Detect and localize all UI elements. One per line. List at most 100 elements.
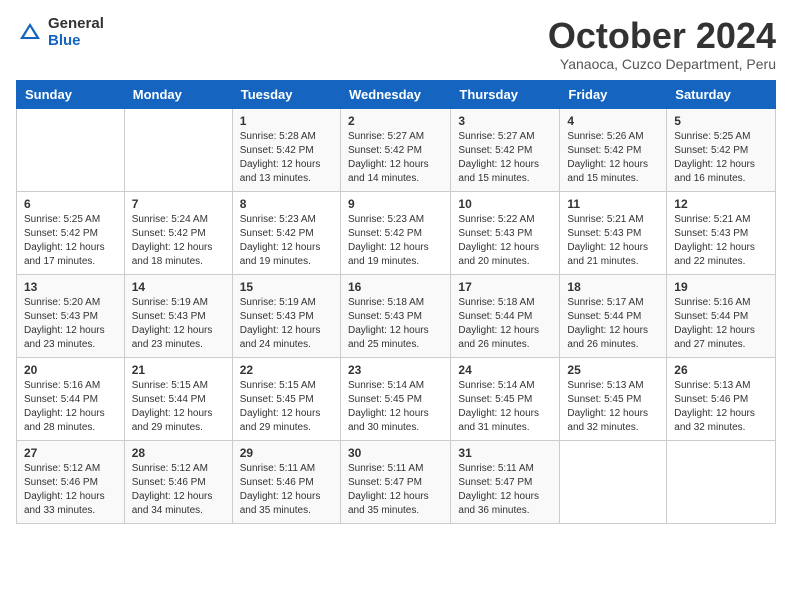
day-detail: Sunrise: 5:21 AM Sunset: 5:43 PM Dayligh… [674,214,755,267]
day-number: 2 [348,114,443,128]
calendar-day-cell: 19 Sunrise: 5:16 AM Sunset: 5:44 PM Dayli… [667,274,776,357]
calendar-day-cell: 20 Sunrise: 5:16 AM Sunset: 5:44 PM Dayli… [17,357,125,440]
calendar-day-cell: 1 Sunrise: 5:28 AM Sunset: 5:42 PM Daylig… [232,108,340,191]
day-number: 28 [132,446,225,460]
day-number: 29 [240,446,333,460]
day-number: 20 [24,363,117,377]
calendar-day-cell: 21 Sunrise: 5:15 AM Sunset: 5:44 PM Dayli… [124,357,232,440]
calendar-day-cell: 13 Sunrise: 5:20 AM Sunset: 5:43 PM Dayli… [17,274,125,357]
weekday-header-row: SundayMondayTuesdayWednesdayThursdayFrid… [17,80,776,108]
day-number: 16 [348,280,443,294]
day-number: 24 [458,363,552,377]
day-number: 25 [567,363,659,377]
day-detail: Sunrise: 5:12 AM Sunset: 5:46 PM Dayligh… [132,463,213,516]
day-detail: Sunrise: 5:16 AM Sunset: 5:44 PM Dayligh… [24,380,105,433]
day-detail: Sunrise: 5:21 AM Sunset: 5:43 PM Dayligh… [567,214,648,267]
calendar-day-cell: 4 Sunrise: 5:26 AM Sunset: 5:42 PM Daylig… [560,108,667,191]
day-detail: Sunrise: 5:16 AM Sunset: 5:44 PM Dayligh… [674,297,755,350]
day-number: 23 [348,363,443,377]
calendar-week-row: 27 Sunrise: 5:12 AM Sunset: 5:46 PM Dayli… [17,440,776,523]
day-detail: Sunrise: 5:17 AM Sunset: 5:44 PM Dayligh… [567,297,648,350]
day-number: 4 [567,114,659,128]
calendar-day-cell: 16 Sunrise: 5:18 AM Sunset: 5:43 PM Dayli… [340,274,450,357]
month-title: October 2024 [548,16,776,56]
day-number: 13 [24,280,117,294]
day-number: 14 [132,280,225,294]
day-detail: Sunrise: 5:26 AM Sunset: 5:42 PM Dayligh… [567,131,648,184]
day-detail: Sunrise: 5:11 AM Sunset: 5:47 PM Dayligh… [458,463,539,516]
calendar-day-cell: 28 Sunrise: 5:12 AM Sunset: 5:46 PM Dayli… [124,440,232,523]
day-number: 3 [458,114,552,128]
calendar-day-cell: 11 Sunrise: 5:21 AM Sunset: 5:43 PM Dayli… [560,191,667,274]
day-detail: Sunrise: 5:19 AM Sunset: 5:43 PM Dayligh… [132,297,213,350]
calendar-day-cell: 12 Sunrise: 5:21 AM Sunset: 5:43 PM Dayli… [667,191,776,274]
day-number: 8 [240,197,333,211]
day-detail: Sunrise: 5:14 AM Sunset: 5:45 PM Dayligh… [458,380,539,433]
calendar-day-cell: 6 Sunrise: 5:25 AM Sunset: 5:42 PM Daylig… [17,191,125,274]
day-number: 10 [458,197,552,211]
day-number: 6 [24,197,117,211]
calendar-week-row: 6 Sunrise: 5:25 AM Sunset: 5:42 PM Daylig… [17,191,776,274]
day-detail: Sunrise: 5:12 AM Sunset: 5:46 PM Dayligh… [24,463,105,516]
day-number: 26 [674,363,768,377]
day-detail: Sunrise: 5:24 AM Sunset: 5:42 PM Dayligh… [132,214,213,267]
weekday-header-cell: Wednesday [340,80,450,108]
day-number: 5 [674,114,768,128]
calendar-week-row: 20 Sunrise: 5:16 AM Sunset: 5:44 PM Dayli… [17,357,776,440]
day-detail: Sunrise: 5:19 AM Sunset: 5:43 PM Dayligh… [240,297,321,350]
weekday-header-cell: Saturday [667,80,776,108]
day-detail: Sunrise: 5:11 AM Sunset: 5:47 PM Dayligh… [348,463,429,516]
calendar-day-cell: 10Sunrise: 5:22 AM Sunset: 5:43 PM Dayli… [451,191,560,274]
day-number: 31 [458,446,552,460]
calendar-day-cell [560,440,667,523]
calendar-day-cell: 2 Sunrise: 5:27 AM Sunset: 5:42 PM Daylig… [340,108,450,191]
day-number: 11 [567,197,659,211]
logo-icon [16,19,44,47]
calendar-day-cell: 29 Sunrise: 5:11 AM Sunset: 5:46 PM Dayli… [232,440,340,523]
logo-general-text: General [48,16,104,33]
day-number: 21 [132,363,225,377]
day-number: 12 [674,197,768,211]
weekday-header-cell: Monday [124,80,232,108]
calendar-table: SundayMondayTuesdayWednesdayThursdayFrid… [16,80,776,524]
location-title: Yanaoca, Cuzco Department, Peru [548,56,776,72]
day-detail: Sunrise: 5:11 AM Sunset: 5:46 PM Dayligh… [240,463,321,516]
calendar-day-cell: 23 Sunrise: 5:14 AM Sunset: 5:45 PM Dayli… [340,357,450,440]
day-detail: Sunrise: 5:27 AM Sunset: 5:42 PM Dayligh… [458,131,539,184]
day-number: 9 [348,197,443,211]
day-detail: Sunrise: 5:28 AM Sunset: 5:42 PM Dayligh… [240,131,321,184]
calendar-day-cell: 3 Sunrise: 5:27 AM Sunset: 5:42 PM Daylig… [451,108,560,191]
day-number: 1 [240,114,333,128]
calendar-day-cell [17,108,125,191]
calendar-day-cell: 25Sunrise: 5:13 AM Sunset: 5:45 PM Dayli… [560,357,667,440]
day-detail: Sunrise: 5:25 AM Sunset: 5:42 PM Dayligh… [24,214,105,267]
logo: General Blue [16,16,104,49]
day-number: 7 [132,197,225,211]
day-detail: Sunrise: 5:25 AM Sunset: 5:42 PM Dayligh… [674,131,755,184]
day-number: 27 [24,446,117,460]
day-number: 19 [674,280,768,294]
day-detail: Sunrise: 5:18 AM Sunset: 5:43 PM Dayligh… [348,297,429,350]
day-detail: Sunrise: 5:15 AM Sunset: 5:44 PM Dayligh… [132,380,213,433]
day-number: 30 [348,446,443,460]
day-detail: Sunrise: 5:14 AM Sunset: 5:45 PM Dayligh… [348,380,429,433]
weekday-header-cell: Sunday [17,80,125,108]
day-detail: Sunrise: 5:15 AM Sunset: 5:45 PM Dayligh… [240,380,321,433]
calendar-day-cell: 22Sunrise: 5:15 AM Sunset: 5:45 PM Dayli… [232,357,340,440]
day-number: 17 [458,280,552,294]
calendar-week-row: 1 Sunrise: 5:28 AM Sunset: 5:42 PM Daylig… [17,108,776,191]
day-detail: Sunrise: 5:20 AM Sunset: 5:43 PM Dayligh… [24,297,105,350]
calendar-day-cell [124,108,232,191]
calendar-day-cell: 30 Sunrise: 5:11 AM Sunset: 5:47 PM Dayli… [340,440,450,523]
weekday-header-cell: Friday [560,80,667,108]
calendar-day-cell: 26Sunrise: 5:13 AM Sunset: 5:46 PM Dayli… [667,357,776,440]
day-detail: Sunrise: 5:18 AM Sunset: 5:44 PM Dayligh… [458,297,539,350]
calendar-day-cell: 31 Sunrise: 5:11 AM Sunset: 5:47 PM Dayli… [451,440,560,523]
day-detail: Sunrise: 5:27 AM Sunset: 5:42 PM Dayligh… [348,131,429,184]
calendar-body: 1 Sunrise: 5:28 AM Sunset: 5:42 PM Daylig… [17,108,776,523]
day-number: 18 [567,280,659,294]
calendar-day-cell [667,440,776,523]
calendar-day-cell: 9Sunrise: 5:23 AM Sunset: 5:42 PM Daylig… [340,191,450,274]
calendar-day-cell: 8Sunrise: 5:23 AM Sunset: 5:42 PM Daylig… [232,191,340,274]
calendar-day-cell: 17 Sunrise: 5:18 AM Sunset: 5:44 PM Dayli… [451,274,560,357]
